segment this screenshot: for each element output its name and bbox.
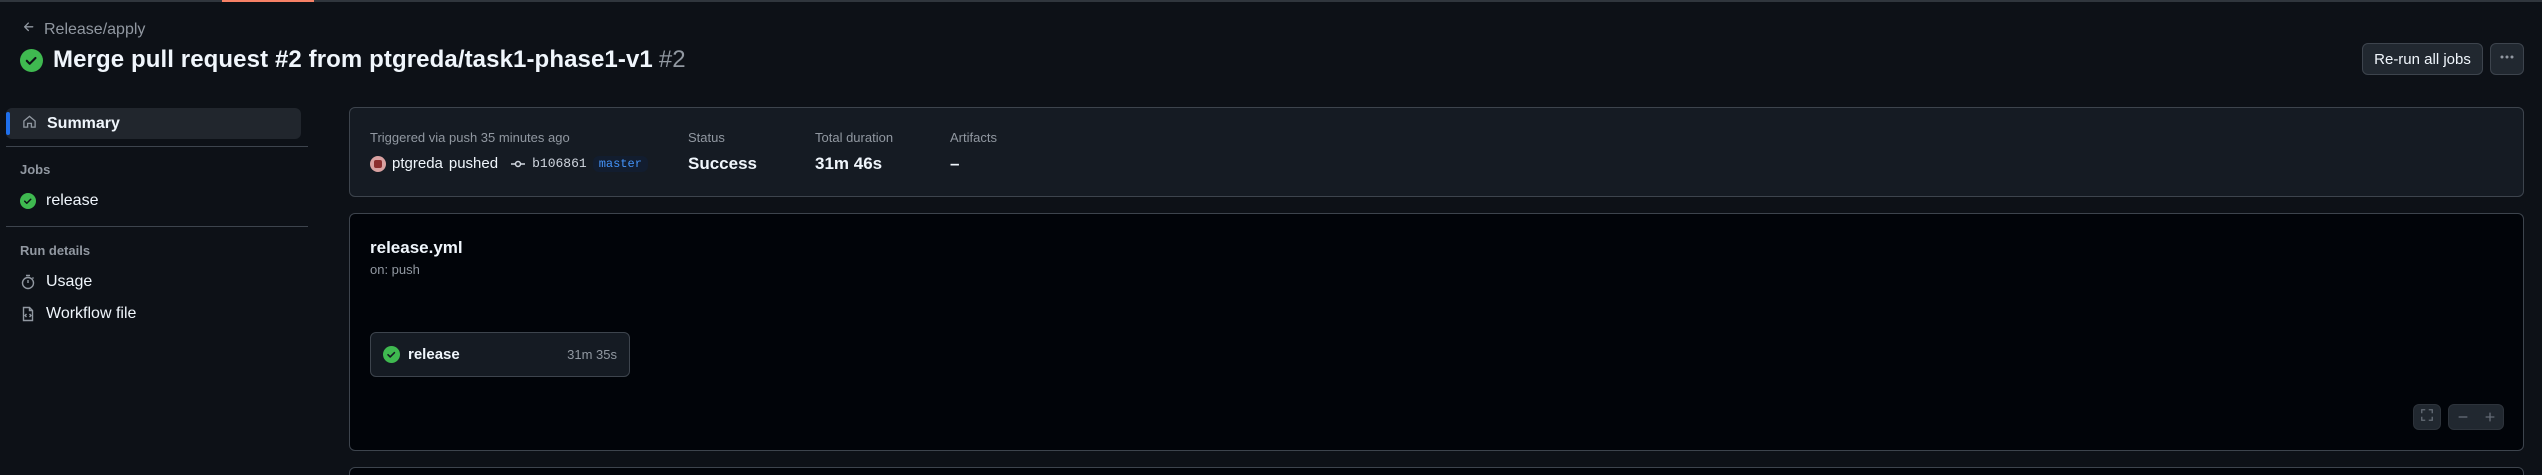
check-circle-fill-icon — [20, 193, 36, 209]
arrow-left-icon — [22, 20, 36, 39]
run-summary-card: Triggered via push 35 minutes ago ptgred… — [349, 107, 2524, 197]
zoom-controls — [2448, 404, 2504, 430]
dash-icon — [2458, 416, 2467, 418]
sidebar-item-label: Summary — [47, 114, 120, 132]
rerun-all-jobs-button[interactable]: Re-run all jobs — [2362, 43, 2483, 75]
job-node-release[interactable]: release 31m 35s — [370, 332, 630, 377]
trigger-action: pushed — [448, 155, 499, 172]
sidebar-item-label: release — [46, 192, 99, 209]
sidebar-item-label: Workflow file — [46, 305, 137, 322]
workflow-file-name: release.yml — [370, 238, 463, 257]
fullscreen-button[interactable] — [2413, 404, 2441, 430]
screen-full-icon — [2420, 408, 2434, 427]
avatar[interactable] — [370, 155, 386, 172]
artifacts-value: – — [950, 154, 960, 173]
duration-label: Total duration — [815, 130, 894, 145]
run-details-heading: Run details — [20, 243, 91, 258]
trigger-label: Triggered via push 35 minutes ago — [370, 130, 570, 145]
duration-value: 31m 46s — [815, 154, 883, 173]
plus-icon — [2485, 412, 2494, 422]
commit-sha-link[interactable]: b106861 — [532, 156, 587, 171]
home-icon — [22, 114, 37, 134]
file-code-icon — [20, 306, 36, 322]
job-duration: 31m 35s — [567, 347, 617, 362]
active-tab-indicator — [222, 0, 314, 2]
job-name: release — [408, 346, 460, 363]
annotations-card — [349, 467, 2524, 475]
git-commit-icon — [510, 156, 526, 172]
stopwatch-icon — [20, 274, 36, 290]
trigger-details: ptgreda pushed b106861 master — [370, 155, 648, 172]
top-border — [0, 0, 2542, 2]
sidebar-item-job-release[interactable]: release — [20, 192, 98, 210]
more-options-button[interactable] — [2490, 43, 2524, 75]
run-title: Merge pull request #2 from ptgreda/task1… — [53, 46, 653, 73]
status-value: Success — [688, 154, 757, 173]
zoom-in-button[interactable] — [2476, 405, 2503, 429]
workflow-graph-card: release.yml on: push release 31m 35s — [349, 213, 2524, 451]
check-circle-fill-icon — [20, 48, 43, 72]
status-label: Status — [688, 130, 725, 145]
zoom-out-button[interactable] — [2449, 405, 2476, 429]
back-to-workflow-link[interactable]: Release/apply — [22, 20, 145, 39]
branch-badge[interactable]: master — [592, 155, 648, 172]
back-link-label: Release/apply — [44, 20, 146, 38]
artifacts-label: Artifacts — [950, 130, 997, 145]
page-title-row: Merge pull request #2 from ptgreda/task1… — [20, 46, 686, 74]
sidebar-item-usage[interactable]: Usage — [20, 273, 92, 291]
jobs-heading: Jobs — [20, 162, 51, 177]
sidebar-item-label: Usage — [46, 273, 93, 290]
sidebar-item-workflow-file[interactable]: Workflow file — [20, 305, 136, 323]
sidebar-divider — [6, 226, 308, 227]
page-title: Merge pull request #2 from ptgreda/task1… — [53, 46, 686, 74]
workflow-trigger: on: push — [370, 262, 420, 277]
sidebar-divider — [6, 146, 308, 147]
actor-name[interactable]: ptgreda — [392, 155, 443, 172]
run-number: #2 — [658, 46, 686, 73]
kebab-horizontal-icon — [2499, 49, 2515, 69]
sidebar-item-summary[interactable]: Summary — [6, 108, 301, 139]
check-circle-fill-icon — [383, 346, 400, 363]
